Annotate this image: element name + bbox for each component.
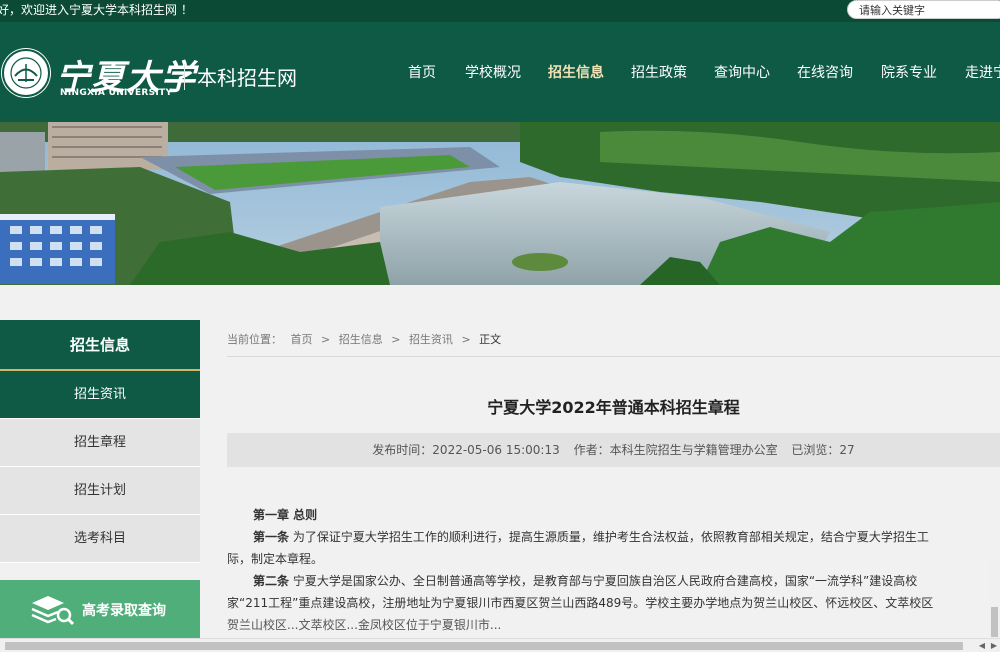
breadcrumb-separator: > [321,333,331,346]
breadcrumb-home[interactable]: 首页 [291,333,313,346]
stack-search-icon [31,596,74,626]
site-title: 本科招生网 [197,66,297,90]
breadcrumb-divider [227,356,1000,357]
site-header: 宁夏大学 NINGXIA UNIVERSITY 本科招生网 首页 学校概况 招生… [0,22,1000,122]
breadcrumb-separator: > [461,333,471,346]
top-bar: 好，欢迎进入宁夏大学本科招生网 ！ 请输入关键字 [0,0,1000,22]
sidebar-item-admission-plan[interactable]: 招生计划 [0,467,200,515]
article-2-label: 第二条 [253,574,290,588]
article-2-text-cont: 家“211工程”重点建设高校，注册地址为宁夏银川市西夏区贺兰山西路489号。学校… [227,596,934,610]
breadcrumb-separator: > [391,333,401,346]
gaokao-admission-query-button[interactable]: 高考录取查询 [0,580,200,638]
scroll-right-arrow-icon[interactable]: ▶ [987,640,1000,652]
nav-item-admission-policy[interactable]: 招生政策 [631,62,687,82]
nav-item-home[interactable]: 首页 [408,62,436,82]
article-2-text-cont2: 贺兰山校区...文萃校区...金凤校区位于宁夏银川市... [227,618,502,632]
article-meta: 发布时间：2022-05-06 15:00:13 作者：本科生院招生与学籍管理办… [227,433,1000,467]
article-1-text: 为了保证宁夏大学招生工作的顺利进行，提高生源质量，维护考生合法权益，依照教育部相… [289,530,929,544]
view-count: 已浏览：27 [791,443,855,457]
breadcrumb-prefix: 当前位置： [227,333,282,346]
breadcrumb: 当前位置： 首页 > 招生信息 > 招生资讯 > 正文 [227,331,506,347]
article-1-label: 第一条 [253,530,290,544]
article-author: 作者：本科生院招生与学籍管理办公室 [573,443,778,457]
nav-item-admission-info[interactable]: 招生信息 [548,62,604,82]
nav-item-school-overview[interactable]: 学校概况 [465,62,521,82]
nav-item-query-center[interactable]: 查询中心 [714,62,770,82]
sidebar-title: 招生信息 [0,320,200,371]
article-body: 第一章 总则 第一条 为了保证宁夏大学招生工作的顺利进行，提高生源质量，维护考生… [227,504,1000,636]
logo-english-name: NINGXIA UNIVERSITY [60,88,173,98]
chapter-heading: 第一章 总则 [253,508,318,522]
nav-item-enter-campus[interactable]: 走进宁 [965,62,1000,82]
vertical-scrollbar[interactable] [989,560,1000,638]
breadcrumb-admission-info[interactable]: 招生信息 [339,333,383,346]
horizontal-scrollbar-thumb[interactable] [5,642,963,650]
publish-time: 发布时间：2022-05-06 15:00:13 [372,443,560,457]
header-divider [184,64,185,90]
sidebar-item-admission-charter[interactable]: 招生章程 [0,419,200,467]
nav-item-online-consult[interactable]: 在线咨询 [797,62,853,82]
article-2-text: 宁夏大学是国家公办、全日制普通高等学校，是教育部与宁夏回族自治区人民政府合建高校… [289,574,918,588]
sidebar: 招生信息 招生资讯 招生章程 招生计划 选考科目 高考录取查询 [0,320,200,638]
query-button-label: 高考录取查询 [82,603,166,619]
main-content: 当前位置： 首页 > 招生信息 > 招生资讯 > 正文 宁夏大学2022年普通本… [227,320,1000,640]
university-seal-logo[interactable] [1,48,51,98]
article-1-text-cont: 际，制定本章程。 [227,552,324,566]
sidebar-item-elective-subjects[interactable]: 选考科目 [0,515,200,563]
breadcrumb-current: 正文 [479,333,502,346]
article-title: 宁夏大学2022年普通本科招生章程 [487,398,740,417]
horizontal-scrollbar[interactable]: ◀ ▶ [0,638,1000,652]
breadcrumb-admission-news[interactable]: 招生资讯 [409,333,453,346]
campus-banner-image [0,122,1000,285]
nav-item-departments[interactable]: 院系专业 [881,62,937,82]
sidebar-item-admission-news[interactable]: 招生资讯 [0,371,200,419]
welcome-text: 好，欢迎进入宁夏大学本科招生网 ！ [0,3,193,17]
search-input[interactable]: 请输入关键字 [847,0,1000,19]
vertical-scrollbar-thumb[interactable] [991,607,998,637]
